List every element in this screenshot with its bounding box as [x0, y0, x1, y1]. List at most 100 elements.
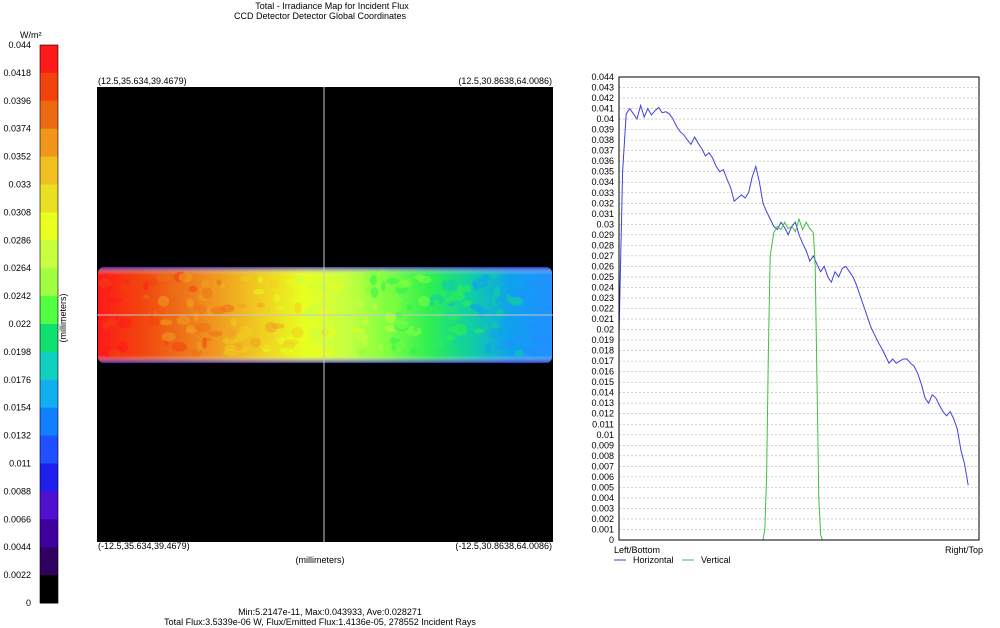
- y-tick-label: 0.041: [591, 104, 614, 114]
- speckle-blob: [158, 295, 169, 307]
- speckle-blob: [430, 294, 442, 300]
- colorbar-unit: W/m²: [20, 30, 42, 40]
- y-tick-label: 0.028: [591, 240, 614, 250]
- speckle-blob: [198, 322, 211, 333]
- colorbar-tick-label: 0.0132: [3, 431, 31, 441]
- y-tick-label: 0.029: [591, 230, 614, 240]
- speckle-blob: [434, 342, 444, 348]
- y-tick-label: 0.015: [591, 377, 614, 387]
- speckle-blob: [395, 320, 409, 330]
- speckle-blob: [176, 315, 191, 325]
- colorbar-tick-label: 0.0154: [3, 403, 31, 413]
- speckle-blob: [534, 335, 544, 341]
- speckle-blob: [361, 334, 369, 340]
- colorbar-tick-label: 0.0044: [3, 542, 31, 552]
- y-tick-label: 0.032: [591, 198, 614, 208]
- y-tick-label: 0.011: [592, 419, 614, 429]
- speckle-blob: [280, 347, 294, 354]
- colorbar-band: [40, 491, 58, 520]
- speckle-blob: [456, 306, 468, 314]
- speckle-blob: [481, 274, 491, 282]
- speckle-blob: [271, 323, 285, 329]
- speckle-blob: [133, 291, 139, 303]
- speckle-blob: [265, 309, 271, 314]
- speckle-blob: [138, 343, 144, 353]
- y-tick-label: 0.022: [591, 304, 614, 314]
- speckle-blob: [369, 275, 377, 286]
- map-xlabel: (millimeters): [296, 555, 345, 565]
- speckle-blob: [343, 307, 355, 315]
- speckle-blob: [240, 275, 252, 282]
- colorbar-tick-label: 0.0418: [3, 68, 31, 78]
- y-tick-label: 0.033: [591, 188, 614, 198]
- speckle-blob: [514, 335, 523, 342]
- speckle-blob: [418, 296, 431, 307]
- legend-horizontal-label: Horizontal: [633, 555, 674, 565]
- speckle-blob: [196, 341, 202, 352]
- speckle-blob: [427, 283, 433, 294]
- colorbar-tick-label: 0.0352: [3, 152, 31, 162]
- figure-title: Total - Irradiance Map for Incident Flux: [255, 1, 409, 11]
- colorbar-tick-label: 0.0242: [3, 291, 31, 301]
- colorbar-band: [40, 379, 58, 409]
- colorbar-tick-label: 0.044: [8, 40, 31, 50]
- colorbar-band: [40, 575, 58, 604]
- speckle-blob: [156, 273, 172, 282]
- speckle-blob: [383, 303, 400, 314]
- speckle-blob: [250, 337, 261, 348]
- y-tick-label: 0.043: [591, 83, 614, 93]
- colorbar-tick-label: 0.0198: [3, 347, 31, 357]
- colorbar-band: [40, 519, 58, 548]
- y-tick-label: 0.017: [591, 356, 614, 366]
- speckle-blob: [307, 283, 315, 289]
- speckle-blob: [533, 323, 544, 329]
- colorbar-tick-label: 0.0264: [3, 263, 31, 273]
- speckle-blob: [495, 296, 504, 306]
- colorbar-band: [40, 100, 58, 130]
- colorbar-band: [40, 184, 58, 213]
- speckle-blob: [337, 296, 352, 305]
- speckle-blob: [441, 280, 446, 290]
- speckle-blob: [506, 293, 511, 300]
- speckle-blob: [202, 337, 207, 349]
- y-tick-label: 0.023: [591, 293, 614, 303]
- speckle-blob: [446, 315, 461, 320]
- y-tick-label: 0.005: [591, 482, 614, 492]
- speckle-blob: [226, 329, 237, 341]
- speckle-blob: [273, 294, 281, 303]
- speckle-blob: [188, 285, 198, 293]
- plot-y-ticks: 0.0440.0430.0420.0410.040.0390.0380.0370…: [591, 72, 614, 545]
- colorbar-band: [40, 156, 58, 185]
- plot-grid: [619, 76, 979, 541]
- colorbar-band: [40, 547, 58, 576]
- colorbar-tick-label: 0.022: [8, 319, 31, 329]
- speckle-blob: [323, 327, 337, 337]
- speckle-blob: [465, 343, 471, 353]
- speckle-blob: [294, 283, 301, 295]
- speckle-blob: [333, 311, 346, 322]
- speckle-blob: [105, 286, 114, 292]
- speckle-blob: [310, 303, 324, 311]
- y-tick-label: 0.036: [591, 156, 614, 166]
- speckle-blob: [378, 344, 383, 351]
- speckle-blob: [354, 298, 364, 308]
- speckle-blob: [178, 272, 193, 283]
- speckle-blob: [192, 302, 199, 310]
- speckle-blob: [314, 345, 325, 357]
- y-tick-label: 0.031: [591, 209, 614, 219]
- y-tick-label: 0.006: [591, 472, 614, 482]
- speckle-blob: [201, 287, 213, 299]
- map-ylabel: (millimeters): [58, 294, 68, 343]
- y-tick-label: 0.034: [591, 177, 614, 187]
- colorbar-band: [40, 324, 58, 353]
- speckle-blob: [387, 348, 396, 356]
- speckle-blob: [497, 339, 505, 345]
- speckle-blob: [276, 306, 286, 311]
- colorbar-band: [40, 128, 58, 158]
- speckle-blob: [231, 317, 237, 327]
- speckle-blob: [414, 274, 425, 281]
- speckle-blob: [285, 278, 295, 286]
- y-tick-label: 0.013: [591, 398, 614, 408]
- speckle-blob: [143, 294, 150, 300]
- colorbar-tick-label: 0.0396: [3, 96, 31, 106]
